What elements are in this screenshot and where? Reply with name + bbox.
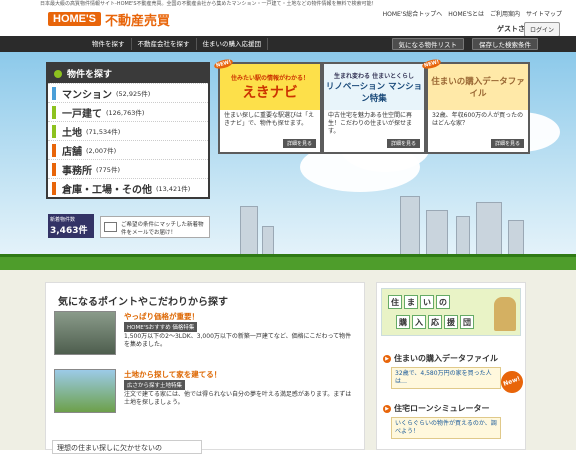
land-image — [54, 369, 116, 413]
envelope-icon — [104, 222, 117, 232]
support-banner[interactable]: 住 ま い の 購 入 応 援 団 — [381, 288, 521, 336]
login-button[interactable]: ログイン — [523, 22, 560, 37]
top-links: HOME'S総合トップへ HOME'Sとは ご利用案内 サイトマップ — [383, 9, 562, 18]
loan-simulator-subtext[interactable]: いくらぐらいの物件が買えるのか、調べよう！ — [391, 417, 501, 439]
side-panel: 住 ま い の 購 入 応 援 団 ▶ 住まいの購入データファイル 32歳で、4… — [376, 282, 527, 450]
card-image: 住まいの購入データファイル — [428, 64, 528, 110]
details-button[interactable]: 詳細を見る — [282, 139, 316, 148]
category-bar — [52, 105, 56, 119]
nav-saved-searches[interactable]: 保存した検索条件 — [472, 38, 538, 50]
building — [400, 196, 420, 256]
feature-price[interactable]: やっぱり価格が重要！ HOME'Sおすすめ 価格特集 1,500万以下の2〜3L… — [54, 311, 354, 361]
details-button[interactable]: 詳細を見る — [386, 139, 420, 148]
building — [426, 210, 448, 256]
feature-land[interactable]: 土地から探して家を建てる！ 広さから探す土地特集 注文で建てる家には、他では得ら… — [54, 369, 354, 419]
points-title: 気になるポイントやこだわりから探す — [58, 297, 228, 308]
arrow-icon: ▶ — [383, 404, 391, 413]
nav-support[interactable]: 住まいの購入応援団 — [197, 38, 268, 50]
category-bar — [52, 143, 56, 157]
details-button[interactable]: 詳細を見る — [490, 139, 524, 148]
site-tagline: 日本最大級の高質物件情報サイト-HOME'S不動産売買。全国の不動産会社から集め… — [40, 1, 377, 7]
ground-strip — [0, 254, 576, 270]
nav-search-property[interactable]: 物件を探す — [86, 38, 132, 50]
top-link-about[interactable]: HOME'Sとは — [448, 9, 484, 18]
menu-item-warehouse[interactable]: 倉庫・工場・その他 (13,421件) — [48, 178, 208, 197]
menu-heading: 物件を探す — [48, 64, 208, 83]
money-image — [54, 311, 116, 355]
card-image: 生まれ変わる 住まいとくらし リノベーション マンション特集 — [324, 64, 424, 110]
nav-right: 気になる物件リスト 保存した検索条件 — [388, 38, 538, 50]
menu-item-land[interactable]: 土地 (71,534件) — [48, 121, 208, 140]
category-bar — [52, 162, 56, 176]
nav-favorites[interactable]: 気になる物件リスト — [391, 38, 464, 50]
top-link-homes-top[interactable]: HOME'S総合トップへ — [383, 9, 443, 18]
category-bar — [52, 124, 56, 138]
link-data-file[interactable]: ▶ 住まいの購入データファイル — [383, 353, 498, 364]
heading-bullet-icon — [54, 69, 62, 78]
building — [508, 220, 524, 256]
category-bar — [52, 181, 56, 195]
new-mark: New! — [497, 367, 527, 397]
building — [240, 206, 258, 256]
data-file-subtext[interactable]: 32歳で、4,580万円の家を買った人は… — [391, 367, 501, 389]
menu-item-mansion[interactable]: マンション (52,925件) — [48, 83, 208, 102]
logo-subtitle: 不動産売買 — [104, 13, 170, 29]
site-logo[interactable]: HOME'S 不動産売買 — [48, 10, 170, 29]
link-loan-simulator[interactable]: ▶ 住宅ローンシミュレーター — [383, 403, 489, 414]
arrow-icon: ▶ — [383, 354, 391, 363]
nav-search-company[interactable]: 不動産会社を探す — [132, 38, 197, 50]
mascot-image — [494, 297, 516, 331]
building — [476, 202, 502, 256]
guide-box[interactable]: 理想の住まい探しに欠かせないの — [52, 440, 202, 454]
building — [262, 226, 274, 256]
feature-card-datafile[interactable]: NEW! 住まいの購入データファイル 32歳、年収600万の人が買ったのはどんな… — [421, 57, 530, 154]
new-listing-count: 新着物件数 3,463件 — [48, 214, 94, 238]
menu-item-store[interactable]: 店舗 (2,007件) — [48, 140, 208, 159]
feature-card-renovation[interactable]: 生まれ変わる 住まいとくらし リノベーション マンション特集 中古住宅を魅力ある… — [322, 62, 426, 154]
menu-item-office[interactable]: 事務所 (775件) — [48, 159, 208, 178]
property-search-menu: 物件を探す マンション (52,925件) 一戸建て (126,763件) 土地… — [46, 62, 210, 199]
feature-card-ekinavi[interactable]: NEW! 住みたい駅の情報がわかる！ えきナビ 住まい探しに重要な駅選びは「えき… — [213, 57, 322, 154]
card-image: 住みたい駅の情報がわかる！ えきナビ — [220, 64, 320, 110]
category-bar — [52, 86, 56, 100]
building — [456, 216, 470, 256]
logo-brand: HOME'S — [48, 12, 101, 26]
menu-item-house[interactable]: 一戸建て (126,763件) — [48, 102, 208, 121]
new-listing-mail-link[interactable]: ご希望の条件にマッチした新着物件をメールでお届け！ — [100, 216, 210, 238]
top-link-sitemap[interactable]: サイトマップ — [526, 9, 562, 18]
points-panel: 気になるポイントやこだわりから探す やっぱり価格が重要！ HOME'Sおすすめ … — [45, 282, 365, 450]
top-link-guide[interactable]: ご利用案内 — [490, 9, 520, 18]
